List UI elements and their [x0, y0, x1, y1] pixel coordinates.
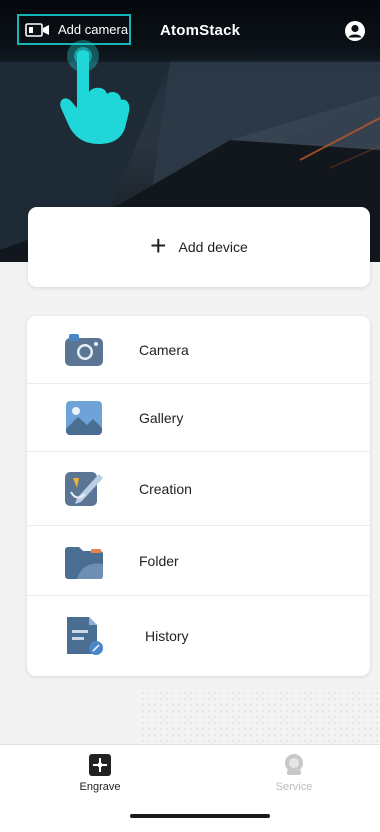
history-icon — [67, 617, 103, 655]
add-camera-button[interactable]: Add camera — [17, 14, 131, 45]
top-bar: Add camera AtomStack — [0, 0, 380, 62]
folder-icon — [65, 547, 103, 579]
add-device-button[interactable]: + Add device — [28, 207, 370, 287]
bottom-navigation: Engrave Service — [0, 744, 380, 832]
plus-icon: + — [150, 229, 167, 261]
decorative-dot-pattern — [140, 690, 380, 746]
tab-service-label: Service — [275, 781, 313, 793]
engrave-icon — [89, 754, 111, 776]
app-title: AtomStack — [160, 22, 241, 39]
menu-item-label: Camera — [139, 341, 189, 358]
menu-item-camera[interactable]: Camera — [27, 316, 370, 384]
menu-item-label: History — [145, 628, 189, 644]
menu-item-history[interactable]: History — [27, 596, 370, 676]
home-indicator — [130, 814, 270, 818]
menu-item-label: Gallery — [139, 409, 184, 426]
tab-engrave-label: Engrave — [79, 781, 121, 793]
user-icon[interactable] — [344, 20, 366, 42]
menu-item-creation[interactable]: Creation — [27, 452, 370, 526]
camera-icon — [65, 334, 103, 366]
app-screen: Add camera AtomStack + Add device Camera… — [0, 0, 380, 832]
menu-list: Camera Gallery Creation Folder History — [27, 316, 370, 676]
menu-item-folder[interactable]: Folder — [27, 526, 370, 596]
add-device-label: Add device — [178, 239, 248, 255]
creation-icon — [65, 472, 103, 506]
menu-item-label: Creation — [139, 480, 192, 497]
gallery-icon — [66, 401, 102, 435]
add-camera-label: Add camera — [58, 22, 129, 37]
menu-item-label: Folder — [139, 552, 179, 569]
camera-video-icon — [25, 22, 49, 37]
tab-engrave[interactable]: Engrave — [45, 753, 155, 803]
tab-service[interactable]: Service — [239, 753, 349, 803]
service-icon — [285, 754, 303, 775]
menu-item-gallery[interactable]: Gallery — [27, 384, 370, 452]
